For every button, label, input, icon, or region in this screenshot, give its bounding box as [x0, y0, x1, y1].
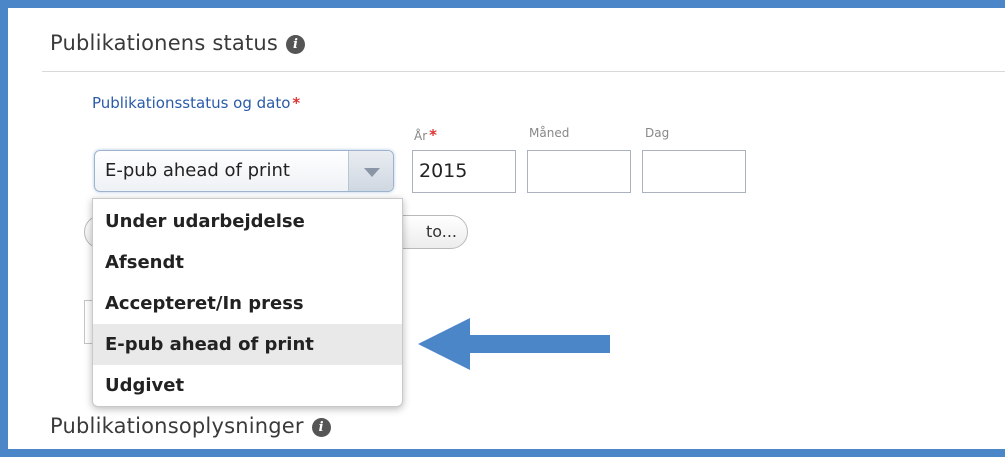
status-section-header: Publikationens status i: [50, 31, 306, 55]
selected-status-value: E-pub ahead of print: [105, 160, 290, 181]
month-label: Måned: [529, 126, 570, 140]
required-asterisk: *: [292, 94, 301, 112]
status-dropdown-list: Under udarbejdelse Afsendt Accepteret/In…: [92, 198, 403, 407]
publication-status-select[interactable]: E-pub ahead of print: [94, 150, 394, 192]
status-option-accepteret[interactable]: Accepteret/In press: [93, 283, 402, 324]
info-icon[interactable]: i: [311, 418, 331, 437]
status-option-afsendt[interactable]: Afsendt: [93, 242, 402, 283]
status-option-under-udarbejdelse[interactable]: Under udarbejdelse: [93, 201, 402, 242]
section-divider: [42, 71, 1005, 72]
info-section-header: Publikationsoplysninger i: [50, 414, 331, 438]
year-input[interactable]: 2015: [412, 150, 516, 193]
year-label: År *: [414, 126, 438, 144]
year-required-asterisk: *: [429, 126, 438, 144]
arrow-shape: [418, 318, 610, 370]
chevron-down-icon[interactable]: [348, 151, 393, 191]
day-label: Dag: [645, 126, 670, 140]
info-section-title: Publikationsoplysninger: [50, 414, 304, 438]
day-input[interactable]: [642, 150, 746, 193]
status-option-epub[interactable]: E-pub ahead of print: [93, 324, 402, 365]
publication-status-label: Publikationsstatus og dato *: [92, 94, 301, 112]
month-input[interactable]: [527, 150, 631, 193]
info-icon[interactable]: i: [286, 35, 306, 54]
annotation-arrow: [418, 318, 610, 370]
status-section-title: Publikationens status: [50, 31, 279, 55]
status-option-udgivet[interactable]: Udgivet: [93, 365, 402, 406]
